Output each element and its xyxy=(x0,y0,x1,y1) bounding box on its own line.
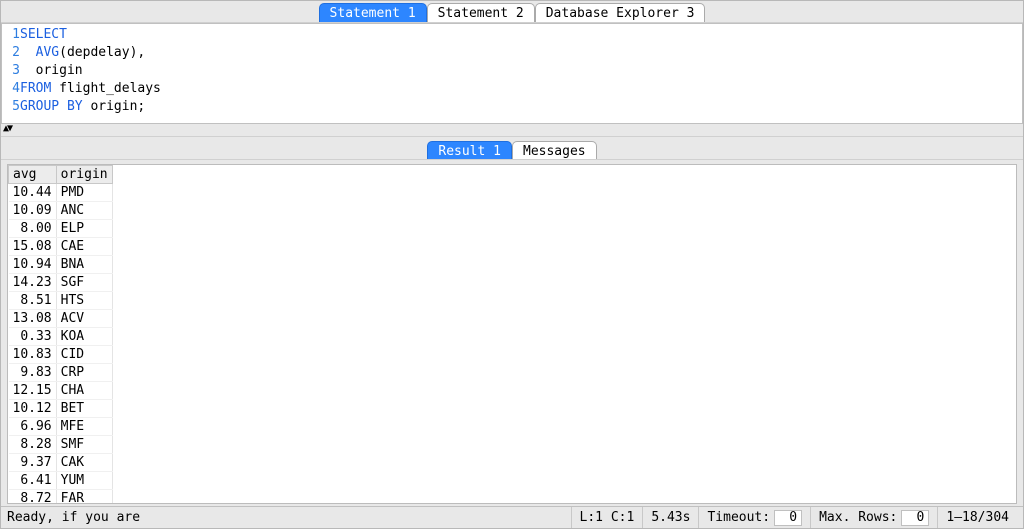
editor-lines[interactable]: 1SELECT2 AVG(depdelay),3 origin4FROM fli… xyxy=(2,24,1022,116)
status-rowrange: 1–18/304 xyxy=(937,507,1017,528)
cell-origin: KOA xyxy=(56,327,112,345)
cell-avg: 14.23 xyxy=(9,273,57,291)
table-row[interactable]: 13.08ACV xyxy=(9,309,113,327)
cell-origin: MFE xyxy=(56,417,112,435)
results-table: avgorigin 10.44PMD10.09ANC8.00ELP15.08CA… xyxy=(8,165,113,505)
result-tab-0[interactable]: Result 1 xyxy=(427,141,512,159)
table-row[interactable]: 15.08CAE xyxy=(9,237,113,255)
top-tab-1[interactable]: Statement 2 xyxy=(427,3,535,22)
editor-line[interactable]: 1SELECT xyxy=(2,26,1022,44)
status-maxrows: Max. Rows: 0 xyxy=(810,507,937,528)
editor-line[interactable]: 2 AVG(depdelay), xyxy=(2,44,1022,62)
top-tab-0[interactable]: Statement 1 xyxy=(319,3,427,22)
editor-line[interactable]: 3 origin xyxy=(2,62,1022,80)
editor-line[interactable]: 4FROM flight_delays xyxy=(2,80,1022,98)
cell-origin: CHA xyxy=(56,381,112,399)
cell-avg: 10.83 xyxy=(9,345,57,363)
status-timeout: Timeout: 0 xyxy=(698,507,810,528)
table-row[interactable]: 0.33KOA xyxy=(9,327,113,345)
table-row[interactable]: 8.28SMF xyxy=(9,435,113,453)
table-row[interactable]: 14.23SGF xyxy=(9,273,113,291)
cell-avg: 8.51 xyxy=(9,291,57,309)
cell-origin: BNA xyxy=(56,255,112,273)
code-text[interactable]: origin xyxy=(20,62,83,80)
top-tab-2[interactable]: Database Explorer 3 xyxy=(535,3,706,22)
cell-origin: FAR xyxy=(56,489,112,504)
results-panel: avgorigin 10.44PMD10.09ANC8.00ELP15.08CA… xyxy=(1,160,1023,507)
cell-origin: CID xyxy=(56,345,112,363)
table-header-row: avgorigin xyxy=(9,165,113,183)
table-row[interactable]: 9.37CAK xyxy=(9,453,113,471)
cell-avg: 10.09 xyxy=(9,201,57,219)
cell-avg: 8.00 xyxy=(9,219,57,237)
cell-avg: 10.12 xyxy=(9,399,57,417)
cell-avg: 15.08 xyxy=(9,237,57,255)
status-maxrows-label: Max. Rows: xyxy=(819,510,897,525)
table-row[interactable]: 8.72FAR xyxy=(9,489,113,504)
line-number: 5 xyxy=(2,98,20,116)
cell-origin: PMD xyxy=(56,183,112,201)
cell-origin: SMF xyxy=(56,435,112,453)
top-tabstrip: Statement 1Statement 2Database Explorer … xyxy=(1,1,1023,23)
maxrows-input[interactable]: 0 xyxy=(901,510,929,526)
editor-line[interactable]: 5GROUP BY origin; xyxy=(2,98,1022,116)
table-row[interactable]: 10.09ANC xyxy=(9,201,113,219)
sql-editor[interactable]: 1SELECT2 AVG(depdelay),3 origin4FROM fli… xyxy=(1,23,1023,124)
table-row[interactable]: 10.94BNA xyxy=(9,255,113,273)
cell-origin: CAE xyxy=(56,237,112,255)
status-ready: Ready, if you are xyxy=(7,507,148,528)
cell-origin: HTS xyxy=(56,291,112,309)
cell-avg: 10.44 xyxy=(9,183,57,201)
cell-avg: 0.33 xyxy=(9,327,57,345)
line-number: 4 xyxy=(2,80,20,98)
cell-origin: ACV xyxy=(56,309,112,327)
cell-avg: 6.96 xyxy=(9,417,57,435)
code-text[interactable]: SELECT xyxy=(20,26,67,44)
cell-origin: BET xyxy=(56,399,112,417)
cell-avg: 13.08 xyxy=(9,309,57,327)
result-tab-1[interactable]: Messages xyxy=(512,141,597,159)
cell-origin: YUM xyxy=(56,471,112,489)
cell-avg: 8.28 xyxy=(9,435,57,453)
result-tabstrip: Result 1Messages xyxy=(1,136,1023,160)
cell-avg: 8.72 xyxy=(9,489,57,504)
line-number: 2 xyxy=(2,44,20,62)
table-row[interactable]: 6.41YUM xyxy=(9,471,113,489)
table-row[interactable]: 10.12BET xyxy=(9,399,113,417)
code-text[interactable]: FROM flight_delays xyxy=(20,80,161,98)
line-number: 3 xyxy=(2,62,20,80)
cell-origin: CRP xyxy=(56,363,112,381)
table-row[interactable]: 10.44PMD xyxy=(9,183,113,201)
cell-avg: 9.83 xyxy=(9,363,57,381)
cell-origin: ELP xyxy=(56,219,112,237)
sql-client: Statement 1Statement 2Database Explorer … xyxy=(0,0,1024,529)
status-elapsed: 5.43s xyxy=(642,507,698,528)
cell-avg: 6.41 xyxy=(9,471,57,489)
results-scroll[interactable]: avgorigin 10.44PMD10.09ANC8.00ELP15.08CA… xyxy=(7,164,1017,505)
cell-avg: 10.94 xyxy=(9,255,57,273)
table-row[interactable]: 8.51HTS xyxy=(9,291,113,309)
split-handle[interactable]: ▲▼ xyxy=(1,124,1023,136)
timeout-input[interactable]: 0 xyxy=(774,510,802,526)
col-avg[interactable]: avg xyxy=(9,165,57,183)
cell-origin: CAK xyxy=(56,453,112,471)
code-text[interactable]: GROUP BY origin; xyxy=(20,98,145,116)
cell-avg: 12.15 xyxy=(9,381,57,399)
cell-origin: ANC xyxy=(56,201,112,219)
line-number: 1 xyxy=(2,26,20,44)
status-cursor: L:1 C:1 xyxy=(571,507,643,528)
table-row[interactable]: 10.83CID xyxy=(9,345,113,363)
status-bar: Ready, if you are L:1 C:1 5.43s Timeout:… xyxy=(1,506,1023,528)
table-row[interactable]: 9.83CRP xyxy=(9,363,113,381)
table-row[interactable]: 8.00ELP xyxy=(9,219,113,237)
code-text[interactable]: AVG(depdelay), xyxy=(20,44,145,62)
col-origin[interactable]: origin xyxy=(56,165,112,183)
table-row[interactable]: 6.96MFE xyxy=(9,417,113,435)
status-timeout-label: Timeout: xyxy=(707,510,770,525)
table-row[interactable]: 12.15CHA xyxy=(9,381,113,399)
cell-avg: 9.37 xyxy=(9,453,57,471)
cell-origin: SGF xyxy=(56,273,112,291)
